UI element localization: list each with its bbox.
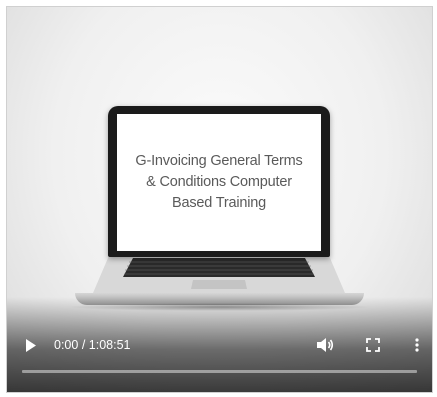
fullscreen-button[interactable]: [359, 330, 387, 360]
progress-bar[interactable]: [22, 370, 417, 373]
time-display: 0:00 / 1:08:51: [54, 330, 130, 360]
duration: 1:08:51: [88, 338, 131, 352]
mute-button[interactable]: [311, 330, 339, 360]
laptop-keyboard: [93, 251, 345, 299]
play-icon: [26, 338, 36, 352]
video-player[interactable]: G-Invoicing General Terms & Conditions C…: [6, 6, 433, 393]
fullscreen-icon: [366, 338, 380, 352]
play-button[interactable]: [17, 330, 45, 360]
time-separator: /: [78, 338, 89, 352]
laptop-display: G-Invoicing General Terms & Conditions C…: [117, 114, 321, 251]
laptop-screen: G-Invoicing General Terms & Conditions C…: [108, 106, 330, 257]
volume-icon: [317, 338, 334, 352]
more-options-button[interactable]: [407, 330, 427, 360]
video-title-text: G-Invoicing General Terms & Conditions C…: [135, 153, 303, 211]
more-options-icon: [415, 338, 419, 352]
current-time: 0:00: [54, 338, 79, 352]
